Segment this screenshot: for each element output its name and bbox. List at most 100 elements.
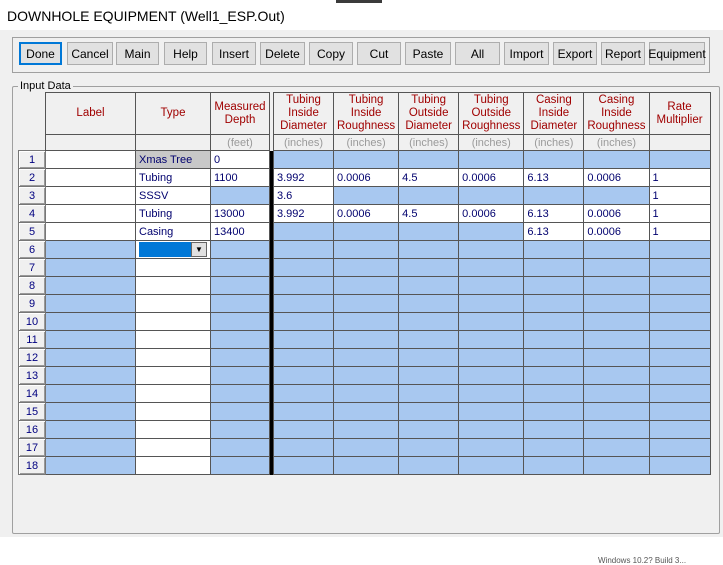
cell-tubing-outside-diameter[interactable]: 4.5: [398, 168, 460, 187]
cell-casing-inside-roughness[interactable]: 0.0006: [583, 168, 650, 187]
row-number-button[interactable]: 12: [18, 348, 46, 367]
cell-type[interactable]: Tubing: [135, 168, 211, 187]
cell-rate-multiplier[interactable]: 1: [648, 168, 711, 187]
cell-type[interactable]: [135, 294, 211, 313]
row-number-button[interactable]: 11: [18, 330, 46, 349]
cell-type[interactable]: [135, 276, 211, 295]
cell-measured-depth[interactable]: 13000: [210, 204, 270, 223]
paste-button[interactable]: Paste: [405, 42, 451, 65]
cell-casing-inside-diameter[interactable]: 6.13: [523, 204, 585, 223]
cell-tubing-outside-roughness: [458, 276, 525, 295]
row-number-button[interactable]: 16: [18, 420, 46, 439]
row-number-button[interactable]: 8: [18, 276, 46, 295]
insert-button[interactable]: Insert: [212, 42, 256, 65]
cell-casing-inside-roughness: [583, 456, 650, 475]
cell-type[interactable]: [135, 438, 211, 457]
corner-cell: [18, 92, 46, 135]
cell-tubing-outside-diameter[interactable]: 4.5: [398, 204, 460, 223]
cell-label: [45, 420, 136, 439]
row-number-button[interactable]: 9: [18, 294, 46, 313]
cell-tubing-inside-diameter: [273, 366, 334, 385]
type-dropdown-value[interactable]: [139, 242, 191, 257]
delete-button[interactable]: Delete: [260, 42, 305, 65]
import-button[interactable]: Import: [504, 42, 549, 65]
cell-measured-depth: [210, 348, 270, 367]
cell-type[interactable]: SSSV: [135, 186, 211, 205]
row-number-button[interactable]: 3: [18, 186, 46, 205]
table-row: 5 Casing 13400 6.13 0.0006 1: [18, 222, 711, 241]
cell-tubing-inside-diameter[interactable]: 3.6: [273, 186, 334, 205]
cell-tubing-inside-diameter[interactable]: 3.992: [273, 168, 334, 187]
row-number-button[interactable]: 6: [18, 240, 46, 259]
cell-tubing-outside-roughness: [458, 312, 525, 331]
row-number-button[interactable]: 10: [18, 312, 46, 331]
cell-type[interactable]: [135, 348, 211, 367]
row-number-button[interactable]: 2: [18, 168, 46, 187]
cell-type[interactable]: ▼: [135, 240, 211, 259]
cell-measured-depth[interactable]: 0: [210, 150, 270, 169]
cell-tubing-inside-roughness[interactable]: 0.0006: [332, 204, 400, 223]
cell-type[interactable]: [135, 402, 211, 421]
row-number-button[interactable]: 5: [18, 222, 46, 241]
cell-rate-multiplier[interactable]: 1: [648, 186, 711, 205]
cell-type[interactable]: [135, 258, 211, 277]
cut-button[interactable]: Cut: [357, 42, 401, 65]
copy-button[interactable]: Copy: [309, 42, 353, 65]
cancel-button[interactable]: Cancel: [67, 42, 113, 65]
unit-measured-depth: (feet): [210, 134, 270, 151]
chevron-down-icon[interactable]: ▼: [191, 242, 207, 257]
cell-label[interactable]: [45, 168, 136, 187]
cell-casing-inside-diameter[interactable]: 6.13: [523, 168, 585, 187]
cell-type[interactable]: [135, 330, 211, 349]
row-number-button[interactable]: 7: [18, 258, 46, 277]
cell-casing-inside-roughness[interactable]: 0.0006: [583, 222, 650, 241]
cell-type[interactable]: [135, 366, 211, 385]
row-number-button[interactable]: 1: [18, 150, 46, 169]
all-button[interactable]: All: [455, 42, 500, 65]
cell-tubing-outside-roughness[interactable]: 0.0006: [458, 168, 525, 187]
row-number-button[interactable]: 13: [18, 366, 46, 385]
cell-tubing-inside-diameter[interactable]: 3.992: [273, 204, 334, 223]
cell-rate-multiplier[interactable]: 1: [648, 204, 711, 223]
cell-label: [45, 330, 136, 349]
row-number-button[interactable]: 17: [18, 438, 46, 457]
help-button[interactable]: Help: [164, 42, 207, 65]
cell-tubing-inside-roughness[interactable]: 0.0006: [332, 168, 400, 187]
cell-tubing-outside-diameter: [398, 150, 460, 169]
cell-casing-inside-roughness: [583, 294, 650, 313]
cell-type[interactable]: Casing: [135, 222, 211, 241]
cell-rate-multiplier[interactable]: 1: [648, 222, 711, 241]
cell-type[interactable]: [135, 420, 211, 439]
main-button[interactable]: Main: [116, 42, 159, 65]
cell-label[interactable]: [45, 204, 136, 223]
equipment-button[interactable]: Equipment: [648, 42, 706, 65]
export-button[interactable]: Export: [553, 42, 597, 65]
cell-label[interactable]: [45, 150, 136, 169]
cell-tubing-outside-diameter: [398, 258, 460, 277]
cell-tubing-outside-roughness[interactable]: 0.0006: [458, 204, 525, 223]
cell-tubing-inside-diameter: [273, 348, 334, 367]
unit-casing-inside-diameter: (inches): [523, 134, 585, 151]
cell-casing-inside-diameter: [523, 150, 585, 169]
cell-casing-inside-roughness[interactable]: 0.0006: [583, 204, 650, 223]
done-button[interactable]: Done: [19, 42, 62, 65]
cell-type[interactable]: [135, 456, 211, 475]
cell-type[interactable]: [135, 384, 211, 403]
type-dropdown[interactable]: ▼: [139, 242, 207, 257]
row-number-button[interactable]: 18: [18, 456, 46, 475]
cell-measured-depth[interactable]: 1100: [210, 168, 270, 187]
table-row: 13: [18, 366, 711, 385]
cell-measured-depth: [210, 330, 270, 349]
row-number-button[interactable]: 15: [18, 402, 46, 421]
cell-type[interactable]: Tubing: [135, 204, 211, 223]
cell-casing-inside-roughness: [583, 312, 650, 331]
row-number-button[interactable]: 14: [18, 384, 46, 403]
cell-casing-inside-diameter[interactable]: 6.13: [523, 222, 585, 241]
main-window: Done Cancel Main Help Insert Delete Copy…: [0, 30, 723, 565]
cell-label[interactable]: [45, 186, 136, 205]
cell-label[interactable]: [45, 222, 136, 241]
row-number-button[interactable]: 4: [18, 204, 46, 223]
cell-type[interactable]: [135, 312, 211, 331]
cell-measured-depth[interactable]: 13400: [210, 222, 270, 241]
report-button[interactable]: Report: [601, 42, 645, 65]
